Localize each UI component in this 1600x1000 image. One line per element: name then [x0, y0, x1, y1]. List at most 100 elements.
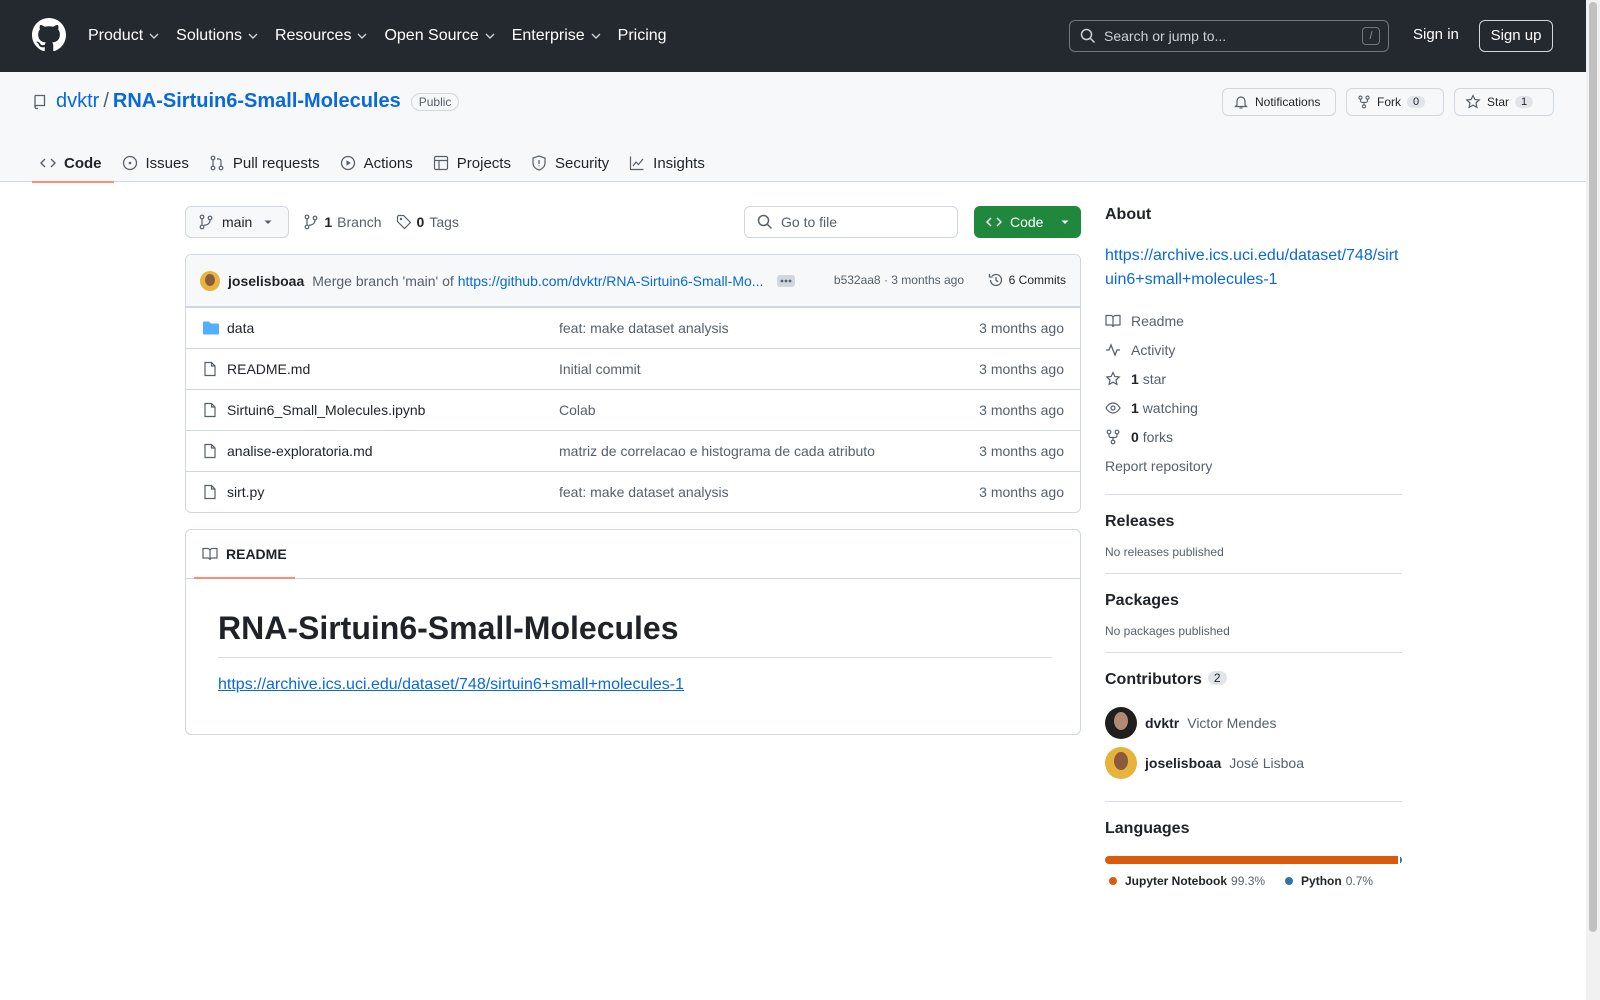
fork-count: 0: [1407, 96, 1426, 108]
nav-open-source[interactable]: Open Source: [384, 27, 495, 45]
file-commit-message[interactable]: feat: make dataset analysis: [559, 320, 729, 336]
fork-button[interactable]: Fork 0: [1346, 88, 1444, 116]
fork-icon: [1358, 95, 1370, 109]
forks-link[interactable]: 0 forks: [1105, 422, 1402, 451]
latest-commit-bar: joselisboaa Merge branch 'main' of https…: [186, 255, 1080, 307]
contributor-item[interactable]: joselisboaa José Lisboa: [1105, 747, 1402, 779]
caret-down-icon: [1061, 220, 1069, 224]
readme-dataset-link[interactable]: https://archive.ics.uci.edu/dataset/748/…: [218, 676, 684, 694]
commits-history-link[interactable]: 6 Commits: [988, 272, 1066, 288]
repo-name-link[interactable]: RNA-Sirtuin6-Small-Molecules: [113, 90, 401, 113]
notifications-button[interactable]: Notifications: [1222, 88, 1336, 116]
file-name-link[interactable]: data: [227, 320, 254, 336]
nav-pricing[interactable]: Pricing: [618, 27, 667, 45]
contributor-item[interactable]: dvktr Victor Mendes: [1105, 707, 1402, 739]
file-commit-time: 3 months ago: [979, 402, 1064, 418]
file-row[interactable]: sirt.py feat: make dataset analysis 3 mo…: [186, 471, 1080, 512]
chevron-down-icon: [357, 33, 367, 39]
graph-icon: [630, 156, 644, 171]
file-name-link[interactable]: README.md: [227, 361, 310, 377]
about-website-link[interactable]: https://archive.ics.uci.edu/dataset/748/…: [1105, 244, 1402, 292]
nav-solutions[interactable]: Solutions: [176, 27, 259, 45]
divider: [1105, 801, 1402, 802]
history-icon: [988, 273, 1002, 287]
activity-link[interactable]: Activity: [1105, 335, 1402, 364]
commit-message: Merge branch 'main' of https://github.co…: [312, 272, 764, 289]
file-icon: [204, 484, 216, 500]
chevron-down-icon: [248, 33, 258, 39]
avatar[interactable]: [1105, 747, 1137, 779]
file-row[interactable]: Sirtuin6_Small_Molecules.ipynb Colab 3 m…: [186, 389, 1080, 430]
readme-heading: RNA-Sirtuin6-Small-Molecules: [218, 610, 1052, 658]
github-logo-icon[interactable]: [32, 18, 66, 52]
commit-message-link[interactable]: https://github.com/dvktr/RNA-Sirtuin6-Sm…: [458, 273, 764, 289]
repo-actions: Notifications Fork 0 Star 1: [1222, 88, 1554, 116]
table-icon: [433, 155, 448, 171]
branches-link[interactable]: 1 Branch: [303, 214, 382, 230]
sign-up-button[interactable]: Sign up: [1479, 20, 1553, 52]
commit-author-link[interactable]: joselisboaa: [228, 273, 304, 289]
branch-selector[interactable]: main: [185, 206, 290, 238]
star-count: 1: [1515, 96, 1534, 108]
stars-link[interactable]: 1 star: [1105, 364, 1402, 393]
watchers-link[interactable]: 1 watching: [1105, 393, 1402, 422]
repo-icon: [34, 94, 46, 109]
file-name-link[interactable]: analise-exploratoria.md: [227, 443, 373, 459]
go-to-file-input[interactable]: Go to file: [744, 206, 958, 238]
packages-empty-text: No packages published: [1105, 624, 1230, 638]
tab-issues[interactable]: Issues: [114, 144, 201, 182]
branch-icon: [199, 214, 213, 230]
tab-security[interactable]: Security: [523, 144, 621, 182]
tab-insights[interactable]: Insights: [621, 144, 717, 182]
file-row[interactable]: analise-exploratoria.md matriz de correl…: [186, 430, 1080, 471]
caret-down-icon: [264, 220, 272, 224]
language-color-dot: [1285, 877, 1294, 885]
star-button[interactable]: Star 1: [1454, 88, 1554, 116]
readme-tab[interactable]: README: [194, 530, 295, 579]
tab-actions[interactable]: Actions: [332, 144, 425, 182]
tab-projects[interactable]: Projects: [425, 144, 523, 182]
readme-tabbar: README: [186, 530, 1080, 579]
nav-enterprise[interactable]: Enterprise: [512, 27, 602, 45]
code-dropdown-button[interactable]: Code: [974, 206, 1081, 238]
search-input[interactable]: Search or jump to... /: [1069, 20, 1389, 52]
packages-title[interactable]: Packages: [1105, 592, 1402, 610]
report-repository-link[interactable]: Report repository: [1105, 451, 1402, 480]
repo-separator: /: [103, 90, 109, 112]
file-commit-message[interactable]: Colab: [559, 402, 596, 418]
page-scrollbar[interactable]: [1586, 0, 1600, 1000]
tags-link[interactable]: 0 Tags: [396, 214, 459, 230]
file-commit-message[interactable]: Initial commit: [559, 361, 641, 377]
search-placeholder: Search or jump to...: [1104, 28, 1227, 44]
book-icon: [1105, 314, 1121, 327]
language-item[interactable]: Jupyter Notebook 99.3%: [1109, 874, 1265, 888]
language-item[interactable]: Python 0.7%: [1285, 874, 1373, 888]
chevron-down-icon: [591, 33, 601, 39]
file-name-link[interactable]: Sirtuin6_Small_Molecules.ipynb: [227, 402, 425, 418]
file-commit-time: 3 months ago: [979, 443, 1064, 459]
scrollbar-thumb[interactable]: [1589, 2, 1597, 932]
readme-link[interactable]: Readme: [1105, 306, 1402, 335]
repo-title: dvktr / RNA-Sirtuin6-Small-Molecules Pub…: [32, 90, 460, 113]
nav-product[interactable]: Product: [88, 27, 160, 45]
file-commit-message[interactable]: feat: make dataset analysis: [559, 484, 729, 500]
repo-owner-link[interactable]: dvktr: [56, 90, 99, 113]
repo-sidebar: About https://archive.ics.uci.edu/datase…: [1105, 206, 1402, 888]
search-icon: [1080, 28, 1096, 44]
commit-expand-button[interactable]: [777, 275, 795, 287]
file-name-link[interactable]: sirt.py: [227, 484, 264, 500]
nav-resources[interactable]: Resources: [275, 27, 368, 45]
sign-in-link[interactable]: Sign in: [1413, 26, 1459, 43]
contributors-title[interactable]: Contributors 2: [1105, 671, 1402, 689]
divider: [1105, 652, 1402, 653]
avatar[interactable]: [1105, 707, 1137, 739]
avatar[interactable]: [200, 270, 220, 291]
file-commit-time: 3 months ago: [979, 361, 1064, 377]
file-row[interactable]: README.md Initial commit 3 months ago: [186, 348, 1080, 389]
releases-title[interactable]: Releases: [1105, 513, 1402, 531]
file-commit-message[interactable]: matriz de correlacao e histograma de cad…: [559, 443, 875, 459]
tab-pull-requests[interactable]: Pull requests: [201, 144, 332, 182]
commit-hash-time[interactable]: b532aa8 · 3 months ago: [834, 273, 964, 287]
file-row[interactable]: data feat: make dataset analysis 3 month…: [186, 307, 1080, 348]
tab-code[interactable]: Code: [32, 144, 114, 183]
